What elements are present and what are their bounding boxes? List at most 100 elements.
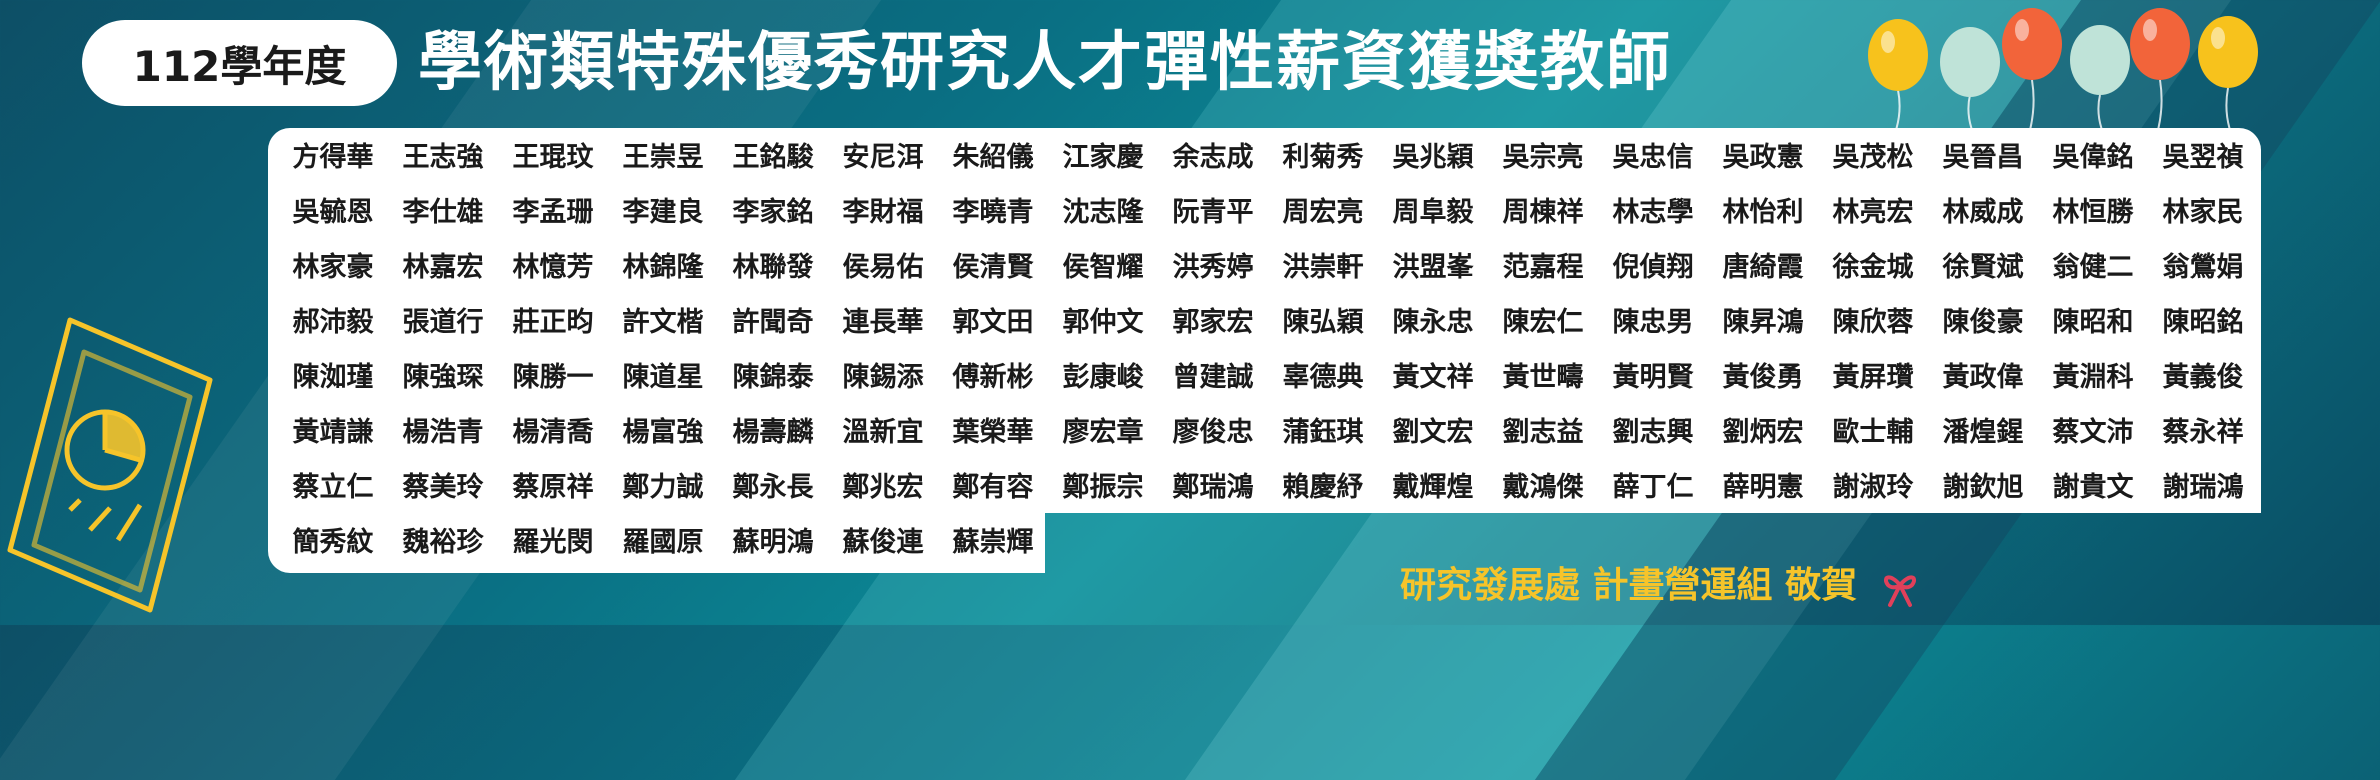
teacher-name: 李建良: [622, 197, 704, 228]
teacher-name: 鄭振宗: [1062, 472, 1144, 503]
teacher-name: 林怡利: [1722, 197, 1804, 228]
teacher-name: 連長華: [842, 307, 924, 338]
teacher-name: 許聞奇: [732, 307, 814, 338]
teacher-name: 李孟珊: [512, 197, 594, 228]
teacher-name: 劉文宏: [1392, 417, 1474, 448]
teacher-name: 郭家宏: [1172, 307, 1254, 338]
page-title: 學術類特殊優秀研究人才彈性薪資獲獎教師: [418, 26, 1672, 100]
teacher-name: 黃俊勇: [1722, 362, 1804, 393]
teacher-name: 林家豪: [292, 252, 374, 283]
teacher-name: 戴鴻傑: [1502, 472, 1584, 503]
teacher-name: 魏裕珍: [402, 527, 484, 558]
teacher-name: 侯清賢: [952, 252, 1034, 283]
teacher-name: 徐賢斌: [1942, 252, 2024, 283]
credit-text: 研究發展處 計畫營運組 敬賀: [1400, 565, 1858, 606]
teacher-name: 林家民: [2162, 197, 2244, 228]
teacher-name: 陳昇鴻: [1722, 307, 1804, 338]
footer-credit: 研究發展處 計畫營運組 敬賀: [1400, 556, 1922, 616]
teacher-name: 陳勝一: [512, 362, 594, 393]
teacher-name: 吳晉昌: [1942, 142, 2024, 173]
teacher-name: 翁健二: [2052, 252, 2134, 283]
teacher-name: 唐綺霞: [1722, 252, 1804, 283]
teacher-name: 蔡立仁: [292, 472, 374, 503]
teacher-name: 洪秀婷: [1172, 252, 1254, 283]
teacher-name: 范嘉程: [1502, 252, 1584, 283]
teacher-name: 林錦隆: [622, 252, 704, 283]
teacher-name: 吳忠信: [1612, 142, 1694, 173]
teacher-name: 劉志興: [1612, 417, 1694, 448]
teacher-name: 余志成: [1172, 142, 1254, 173]
teacher-name: 陳昭銘: [2162, 307, 2244, 338]
teacher-name: 黃明賢: [1612, 362, 1694, 393]
teacher-name: 林嘉宏: [402, 252, 484, 283]
teacher-name: 薛丁仁: [1612, 472, 1694, 503]
teacher-name: 李家銘: [732, 197, 814, 228]
teacher-name: 鄭力誠: [622, 472, 704, 503]
teacher-name: 羅國原: [622, 527, 704, 558]
teacher-name: 劉志益: [1502, 417, 1584, 448]
teacher-name: 郭仲文: [1062, 307, 1144, 338]
teacher-name: 黃文祥: [1392, 362, 1474, 393]
teacher-name: 謝瑞鴻: [2162, 472, 2244, 503]
teacher-name: 鄭瑞鴻: [1172, 472, 1254, 503]
teacher-name: 江家慶: [1062, 142, 1144, 173]
teacher-name: 林亮宏: [1832, 197, 1914, 228]
teacher-name: 陳俊豪: [1942, 307, 2024, 338]
document-chart-icon: [7, 317, 213, 613]
teacher-name: 李仕雄: [402, 197, 484, 228]
teacher-name: 陳弘穎: [1282, 307, 1364, 338]
teacher-name: 吳宗亮: [1502, 142, 1584, 173]
teacher-name: 倪偵翔: [1612, 252, 1694, 283]
teacher-name: 吳翌禎: [2162, 142, 2244, 173]
teacher-name: 鄭有容: [952, 472, 1034, 503]
teacher-name: 李財福: [842, 197, 924, 228]
teacher-name: 林聯發: [732, 252, 814, 283]
teacher-name: 潘煌鍟: [1942, 417, 2024, 448]
teacher-name: 楊富強: [622, 417, 704, 448]
teacher-name: 蒲鈺琪: [1282, 417, 1364, 448]
teacher-name: 賴慶紓: [1282, 472, 1364, 503]
teacher-name: 郭文田: [952, 307, 1034, 338]
teacher-name: 王志強: [402, 142, 484, 173]
teacher-name: 林憶芳: [512, 252, 594, 283]
teacher-name: 方得華: [292, 142, 374, 173]
teacher-name: 陳強琛: [402, 362, 484, 393]
teacher-name: 鄭兆宏: [842, 472, 924, 503]
teacher-name: 葉榮華: [952, 417, 1034, 448]
teacher-name: 陳錦泰: [732, 362, 814, 393]
teacher-name: 黃政偉: [1942, 362, 2024, 393]
teacher-name: 黃靖謙: [292, 417, 374, 448]
teacher-name: 陳洳瑾: [292, 362, 374, 393]
teacher-name: 蘇崇輝: [952, 527, 1034, 558]
teacher-name: 黃屏瓚: [1832, 362, 1914, 393]
teacher-name: 林志學: [1612, 197, 1694, 228]
teacher-name: 張道行: [402, 307, 484, 338]
teacher-name: 吳毓恩: [292, 197, 374, 228]
teacher-name: 溫新宜: [842, 417, 924, 448]
teacher-name: 郝沛毅: [292, 307, 374, 338]
teacher-name: 歐士輔: [1832, 417, 1914, 448]
teacher-name: 廖宏章: [1062, 417, 1144, 448]
names-list: 方得華 王志強 王琨玟 王崇昱 王銘駿 安尼洱 朱紹儀 江家慶 余志成 利菊秀 吳兆穎 吳宗亮 吳忠信吳…: [278, 130, 2258, 570]
balloon-icon: [1868, 8, 2258, 130]
teacher-name: 彭康峻: [1062, 362, 1144, 393]
year-badge: 112學年度: [82, 20, 397, 106]
teacher-name: 傅新彬: [952, 362, 1034, 393]
teacher-name: 吳茂松: [1832, 142, 1914, 173]
teacher-name: 辜德典: [1282, 362, 1364, 393]
teacher-name: 陳忠男: [1612, 307, 1694, 338]
teacher-name: 王銘駿: [732, 142, 814, 173]
teacher-name: 李曉青: [952, 197, 1034, 228]
teacher-name: 楊壽麟: [732, 417, 814, 448]
teacher-name: 戴輝煌: [1392, 472, 1474, 503]
teacher-name: 洪崇軒: [1282, 252, 1364, 283]
teacher-name: 黃淵科: [2052, 362, 2134, 393]
teacher-name: 侯智耀: [1062, 252, 1144, 283]
teacher-name: 蘇俊連: [842, 527, 924, 558]
teacher-name: 林威成: [1942, 197, 2024, 228]
teacher-name: 謝貴文: [2052, 472, 2134, 503]
teacher-name: 王崇昱: [622, 142, 704, 173]
teacher-name: 翁鶯娟: [2162, 252, 2244, 283]
teacher-name: 安尼洱: [842, 142, 924, 173]
teacher-name: 謝淑玲: [1832, 472, 1914, 503]
